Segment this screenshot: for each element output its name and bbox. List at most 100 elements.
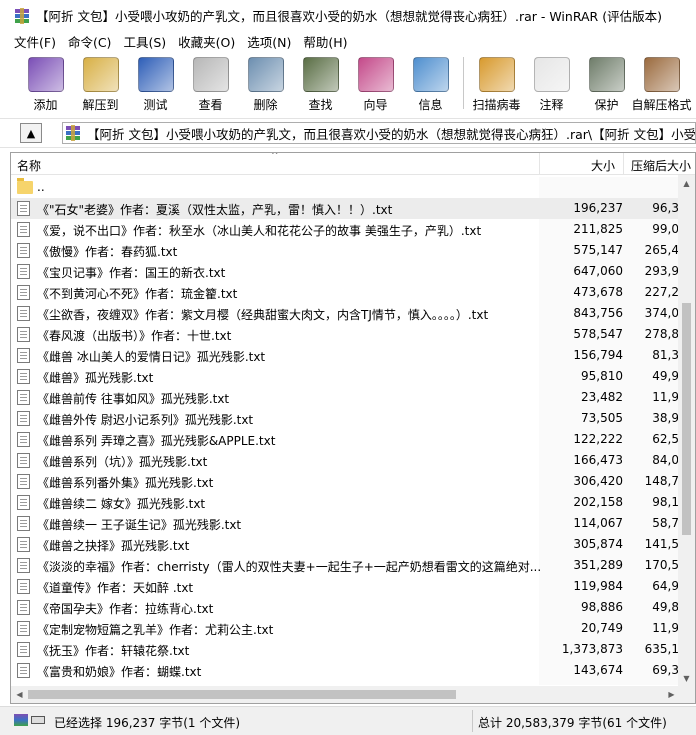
column-divider[interactable]: [623, 153, 624, 175]
text-file-icon: [17, 390, 30, 405]
file-name: 《爱，说不出口》作者：秋至水（冰山美人和花花公子的故事 美强生子，产乳）.txt: [37, 224, 482, 238]
toolbar-button[interactable]: 测试: [128, 51, 183, 113]
file-row[interactable]: 《雌兽前传 往事如风》孤光残影.txt 23,482 11,9: [11, 387, 679, 408]
file-packed-size: 69,3: [652, 663, 679, 677]
file-packed-size: 170,5: [644, 558, 679, 572]
file-packed-size: 293,9: [644, 264, 679, 278]
toolbar-label: 信息: [418, 98, 443, 112]
file-row[interactable]: 《帝国孕夫》作者：拉练背心.txt 98,886 49,8: [11, 597, 679, 618]
file-name: ..: [37, 180, 45, 194]
column-divider[interactable]: [539, 153, 540, 175]
vertical-scroll-thumb[interactable]: [682, 303, 691, 535]
horizontal-scroll-thumb[interactable]: [28, 690, 456, 699]
menu-item[interactable]: 命令(C): [62, 32, 117, 51]
virus-scan-icon: [478, 57, 515, 92]
file-row[interactable]: 《"石女"老婆》作者：夏溪（双性太监，产乳，雷！慎入！！）.txt 196,237…: [11, 198, 679, 219]
text-file-icon: [17, 537, 30, 552]
file-packed-size: 11,9: [652, 390, 679, 404]
file-row[interactable]: 《雌兽系列 弄璋之喜》孤光残影&APPLE.txt 122,222 62,5: [11, 429, 679, 450]
protect-shield-icon: [588, 57, 625, 92]
toolbar-label: 解压到: [82, 98, 119, 112]
toolbar-button[interactable]: 扫描病毒: [469, 51, 524, 113]
column-header-name[interactable]: 名称: [17, 157, 41, 174]
toolbar-button[interactable]: 添加: [18, 51, 73, 113]
status-divider: [472, 710, 473, 732]
column-header-packed[interactable]: 压缩后大小: [631, 157, 691, 174]
file-size: 143,674: [573, 663, 623, 677]
file-row[interactable]: 《爱，说不出口》作者：秋至水（冰山美人和花花公子的故事 美强生子，产乳）.txt…: [11, 219, 679, 240]
path-field[interactable]: 【阿折 文包】小受喂小攻奶的产乳文，而且很喜欢小受的奶水（想想就觉得丧心病狂）.…: [62, 122, 696, 144]
file-row[interactable]: 《雌兽系列（坑）》孤光残影.txt 166,473 84,0: [11, 450, 679, 471]
menu-item[interactable]: 工具(S): [117, 32, 172, 51]
file-row[interactable]: 《傲慢》作者：春药狐.txt 575,147 265,4: [11, 240, 679, 261]
file-row[interactable]: 《春风渡（出版书）》作者：十世.txt 578,547 278,8: [11, 324, 679, 345]
file-size: 73,505: [581, 411, 623, 425]
toolbar-label: 添加: [33, 98, 58, 112]
file-size: 1,373,873: [561, 642, 623, 656]
file-row[interactable]: 《宝贝记事》作者：国王的新衣.txt 647,060 293,9: [11, 261, 679, 282]
toolbar-button[interactable]: 自解压格式: [632, 51, 692, 113]
file-row[interactable]: 《雌兽外传 尉迟小记系列》孤光残影.txt 73,505 38,9: [11, 408, 679, 429]
file-size: 647,060: [573, 264, 623, 278]
menu-bar: 文件(F) 命令(C) 工具(S) 收藏夹(O) 选项(N) 帮助(H): [0, 31, 696, 51]
file-size: 166,473: [573, 453, 623, 467]
file-packed-size: 84,0: [652, 453, 679, 467]
scroll-left-icon[interactable]: ◀: [11, 686, 28, 703]
view-glasses-icon: [192, 57, 229, 92]
file-row[interactable]: 《道童传》作者：天如醉 .txt 119,984 64,9: [11, 576, 679, 597]
file-packed-size: 81,3: [652, 348, 679, 362]
up-one-level-button[interactable]: ▲: [20, 123, 42, 143]
toolbar-button[interactable]: 信息: [403, 51, 458, 113]
parent-folder-row[interactable]: ..: [11, 177, 679, 198]
file-size: 122,222: [573, 432, 623, 446]
file-row[interactable]: 《尘欲香，夜缠双》作者：紫文月樱（经典甜蜜大肉文，内含TJ情节，慎入。。。。）.…: [11, 303, 679, 324]
toolbar-button[interactable]: 查找: [293, 51, 348, 113]
file-row[interactable]: 《淡淡的幸福》作者：cherristy（雷人的双性夫妻+一起生子+一起产奶想看雷…: [11, 555, 679, 576]
file-row[interactable]: 《定制宠物短篇之乳羊》作者：尤莉公主.txt 20,749 11,9: [11, 618, 679, 639]
file-row[interactable]: 《雌兽续一 王子诞生记》孤光残影.txt 114,067 58,7: [11, 513, 679, 534]
file-packed-size: 98,1: [652, 495, 679, 509]
file-name: 《道童传》作者：天如醉 .txt: [37, 581, 194, 595]
toolbar-label: 测试: [143, 98, 168, 112]
file-row[interactable]: 《雌兽》孤光残影.txt 95,810 49,9: [11, 366, 679, 387]
file-packed-size: 58,7: [652, 516, 679, 530]
add-archive-icon: [27, 57, 64, 92]
file-row[interactable]: 《抚玉》作者：轩辕花祭.txt 1,373,873 635,1: [11, 639, 679, 660]
horizontal-scrollbar[interactable]: ◀ ▶: [11, 686, 680, 703]
file-name: 《雌兽》孤光残影.txt: [37, 371, 154, 385]
menu-item[interactable]: 文件(F): [0, 32, 62, 51]
text-file-icon: [17, 642, 30, 657]
toolbar-button[interactable]: 注释: [524, 51, 579, 113]
list-header: ^ 名称 大小 压缩后大小: [11, 153, 695, 175]
toolbar-label: 查找: [308, 98, 333, 112]
vertical-scrollbar[interactable]: ▲ ▼: [678, 175, 695, 687]
key-lock-icon[interactable]: [31, 716, 45, 724]
toolbar-button[interactable]: 保护: [579, 51, 634, 113]
text-file-icon: [17, 222, 30, 237]
menu-item[interactable]: 选项(N): [241, 32, 297, 51]
file-size: 305,874: [573, 537, 623, 551]
file-row[interactable]: 《雌兽之抉择》孤光残影.txt 305,874 141,5: [11, 534, 679, 555]
toolbar-button[interactable]: 查看: [183, 51, 238, 113]
selection-status: 已经选择 196,237 字节(1 个文件): [54, 716, 241, 730]
file-size: 95,810: [581, 369, 623, 383]
scroll-down-icon[interactable]: ▼: [678, 670, 695, 687]
toolbar-button[interactable]: 向导: [348, 51, 403, 113]
file-row[interactable]: 《雌兽 冰山美人的爱情日记》孤光残影.txt 156,794 81,3: [11, 345, 679, 366]
menu-item[interactable]: 收藏夹(O): [172, 32, 241, 51]
file-row[interactable]: 《雌兽系列番外集》孤光残影.txt 306,420 148,7: [11, 471, 679, 492]
file-row[interactable]: 《不到黄河心不死》作者：琉金籊.txt 473,678 227,2: [11, 282, 679, 303]
file-row[interactable]: 《富贵和奶娘》作者：蝴蝶.txt 143,674 69,3: [11, 660, 679, 681]
file-size: 20,749: [581, 621, 623, 635]
file-size: 473,678: [573, 285, 623, 299]
file-name: 《"石女"老婆》作者：夏溪（双性太监，产乳，雷！慎入！！）.txt: [37, 203, 393, 217]
text-file-icon: [17, 327, 30, 342]
delete-recycle-icon: [247, 57, 284, 92]
file-row[interactable]: 《雌兽续二 嫁女》孤光残影.txt 202,158 98,1: [11, 492, 679, 513]
scroll-up-icon[interactable]: ▲: [678, 175, 695, 192]
menu-item[interactable]: 帮助(H): [297, 32, 353, 51]
toolbar-button[interactable]: 删除: [238, 51, 293, 113]
column-header-size[interactable]: 大小: [591, 157, 615, 174]
toolbar-button[interactable]: 解压到: [73, 51, 128, 113]
file-name: 《雌兽前传 往事如风》孤光残影.txt: [37, 392, 230, 406]
